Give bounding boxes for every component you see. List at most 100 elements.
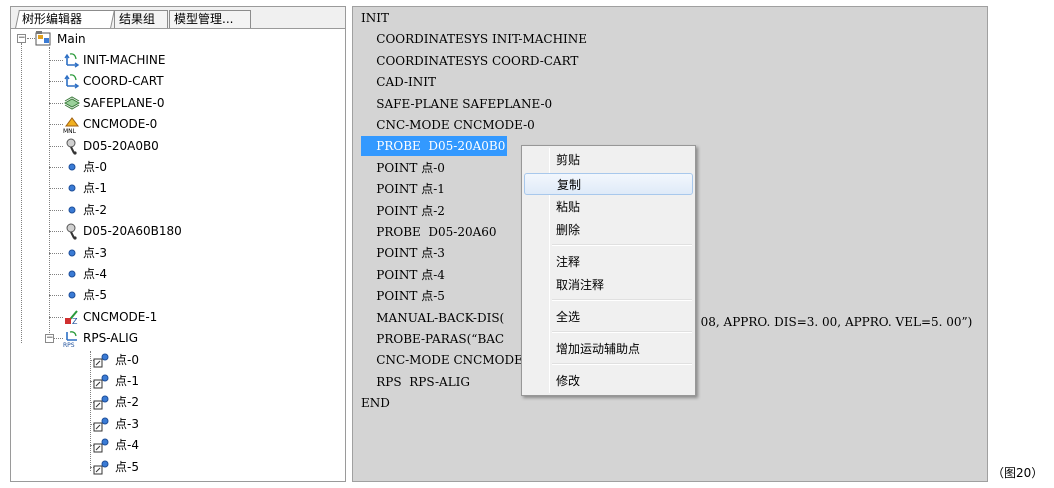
svg-text:MNL: MNL	[63, 128, 77, 133]
tree-item-label: 点-4	[83, 267, 107, 281]
tree-item-label: 点-5	[115, 459, 139, 474]
menu-item-label: 复制	[557, 178, 582, 192]
tree-guide-line	[49, 60, 63, 61]
tab-strip: 树形编辑器 结果组 模型管理...	[11, 7, 345, 29]
code-line[interactable]: COORDINATESYS INIT-MACHINE	[361, 29, 587, 49]
menu-item-add-motion-point[interactable]: 增加运动辅助点	[524, 338, 693, 360]
menu-separator	[552, 299, 692, 301]
tab-model-manager[interactable]: 模型管理...	[169, 10, 251, 28]
tree-item-label: 点-2	[83, 202, 107, 217]
menu-item-cut[interactable]: 剪贴	[524, 149, 693, 171]
tree-guide-line	[27, 38, 35, 39]
coordinate-axes-icon	[64, 53, 80, 68]
menu-item-paste[interactable]: 粘贴	[524, 196, 693, 218]
menu-item-label: 全选	[556, 310, 581, 324]
coordinate-axes-icon	[64, 74, 80, 89]
menu-separator	[552, 363, 692, 365]
tree-item-label: COORD-CART	[83, 74, 164, 89]
probe-icon	[66, 223, 77, 240]
code-line[interactable]: POINT 点-1	[361, 179, 445, 199]
menu-item-uncomment[interactable]: 取消注释	[524, 274, 693, 296]
cnc-manual-mode-icon: MNL	[63, 117, 79, 133]
figure-caption: （图20）	[992, 466, 1044, 480]
tab-result-group[interactable]: 结果组	[114, 10, 168, 28]
code-line[interactable]: CNC-MODE CNCMODE-0	[361, 115, 535, 135]
point-icon	[68, 249, 76, 257]
code-line[interactable]: CAD-INIT	[361, 72, 436, 92]
probe-icon	[66, 138, 77, 155]
code-line[interactable]: POINT 点-0	[361, 158, 445, 178]
code-line[interactable]: COORDINATESYS COORD-CART	[361, 51, 578, 71]
tree-item-label: 点-2	[115, 395, 139, 410]
menu-item-copy[interactable]: 复制	[524, 173, 693, 195]
menu-item-label: 增加运动辅助点	[556, 342, 641, 356]
menu-item-label: 粘贴	[556, 200, 581, 214]
menu-item-select-all[interactable]: 全选	[524, 306, 693, 328]
tree-item-label: INIT-MACHINE	[83, 53, 166, 67]
tree-item-label: CNCMODE-0	[83, 117, 158, 132]
point-icon	[68, 206, 76, 214]
point-icon	[68, 270, 76, 278]
code-line[interactable]: POINT 点-2	[361, 201, 445, 221]
point-icon	[68, 184, 76, 192]
code-line[interactable]: POINT 点-4	[361, 265, 445, 285]
tree-item-label: 点-4	[115, 438, 139, 453]
tree-item-label: 点-3	[83, 245, 107, 260]
tree-guide-line	[49, 145, 63, 147]
tree-guide-line	[21, 43, 22, 343]
menu-item-label: 删除	[556, 223, 581, 237]
program-tree: − Main INIT-MACHINE COORD-CART SAFEPLANE-0…	[11, 29, 345, 481]
root-expander[interactable]: −	[17, 34, 26, 43]
menu-item-label: 修改	[556, 374, 581, 388]
tree-item-label: 点-1	[83, 181, 107, 196]
rps-point-icon	[93, 438, 109, 453]
code-line[interactable]: PROBE-PARAS(“BAC	[361, 329, 504, 349]
code-line-selected[interactable]: PROBE D05-20A0B0	[361, 136, 508, 157]
code-line[interactable]: PROBE D05-20A60	[361, 222, 496, 242]
menu-item-label: 注释	[556, 255, 581, 269]
svg-text:RPS: RPS	[63, 342, 75, 347]
rps-point-icon	[93, 460, 109, 475]
tab-label: 树形编辑器	[22, 12, 83, 26]
tree-guide-line	[49, 231, 63, 233]
code-line[interactable]: CNC-MODE CNCMODE	[361, 350, 523, 370]
menu-item-modify[interactable]: 修改	[524, 370, 693, 392]
tree-item-label: RPS-ALIG	[83, 331, 138, 346]
menu-separator	[552, 331, 692, 333]
code-line[interactable]: POINT 点-5	[361, 286, 445, 306]
code-line[interactable]: MANUAL-BACK-DIS(	[361, 308, 504, 328]
code-line[interactable]: SAFE-PLANE SAFEPLANE-0	[361, 94, 552, 114]
tab-tree-editor[interactable]: 树形编辑器	[15, 10, 115, 28]
menu-separator	[552, 244, 692, 246]
tree-guide-line	[49, 274, 63, 275]
code-line[interactable]: RPS RPS-ALIG	[361, 372, 470, 392]
rps-point-icon	[93, 417, 109, 432]
tree-guide-line	[49, 188, 63, 190]
tree-item-label: SAFEPLANE-0	[83, 95, 165, 110]
menu-item-comment[interactable]: 注释	[524, 251, 693, 273]
tree-guide-line	[49, 316, 63, 318]
svg-text:Z: Z	[72, 317, 78, 326]
program-root-icon	[35, 31, 51, 46]
safe-plane-icon	[63, 96, 81, 110]
context-menu: 剪贴复制粘贴删除注释取消注释全选增加运动辅助点 修改	[521, 145, 696, 396]
menu-item-label: 剪贴	[556, 153, 581, 167]
tree-guide-line	[49, 102, 63, 104]
menu-item-delete[interactable]: 删除	[524, 219, 693, 241]
tree-item-label: 点-3	[115, 416, 139, 431]
tree-root-label: Main	[55, 29, 88, 49]
tree-guide-line	[49, 167, 63, 168]
menu-item-label: 取消注释	[556, 278, 605, 292]
rps-point-icon	[93, 374, 109, 389]
point-icon	[68, 163, 76, 171]
tree-panel: 树形编辑器 结果组 模型管理... − Main INIT-MACHINE COO…	[10, 6, 346, 482]
tree-item-label: 点-1	[115, 374, 139, 388]
rps-expander[interactable]: −	[45, 334, 54, 344]
tree-item-label: 点-0	[115, 352, 139, 367]
tree-item-label: D05-20A0B0	[83, 138, 159, 153]
code-line[interactable]: INIT	[361, 8, 389, 28]
tree-guide-line	[49, 81, 63, 83]
code-line[interactable]: POINT 点-3	[361, 243, 445, 263]
code-line-continuation: . 08, APPRO. DIS=3. 00, APPRO. VEL=5. 00…	[693, 315, 973, 329]
code-line[interactable]: END	[361, 393, 390, 413]
